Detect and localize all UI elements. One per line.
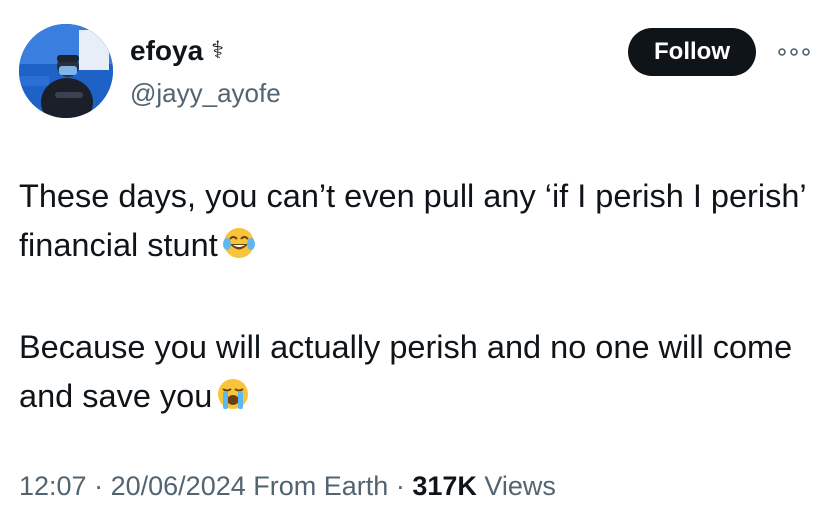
tweet-text: These days, you can’t even pull any ‘if … <box>19 172 809 425</box>
display-name[interactable]: efoya ⚕ <box>130 34 224 68</box>
meta-separator: · <box>94 471 104 501</box>
views-count[interactable]: 317K <box>412 471 477 501</box>
face-with-tears-of-joy-icon <box>222 225 256 274</box>
avatar-photo <box>19 24 113 118</box>
tweet-time[interactable]: 12:07 <box>19 471 87 501</box>
avatar[interactable] <box>19 24 113 118</box>
tweet-source: From Earth <box>253 471 389 501</box>
user-handle[interactable]: @jayy_ayofe <box>130 76 281 110</box>
tweet-meta: 12:07 · 20/06/2024 From Earth · 317K Vie… <box>19 468 556 504</box>
tweet-date[interactable]: 20/06/2024 <box>111 471 246 501</box>
tweet-paragraph-2-text: Because you will actually perish and no … <box>19 329 793 414</box>
caduceus-badge-icon: ⚕ <box>211 37 225 64</box>
tweet-paragraph: These days, you can’t even pull any ‘if … <box>19 172 809 274</box>
tweet-paragraph-1-text: These days, you can’t even pull any ‘if … <box>19 178 806 263</box>
display-name-text: efoya <box>130 35 204 66</box>
follow-button[interactable]: Follow <box>628 28 756 76</box>
more-horizontal-icon[interactable] <box>774 40 814 64</box>
tweet-paragraph: Because you will actually perish and no … <box>19 323 809 425</box>
views-label: Views <box>484 471 556 501</box>
loudly-crying-face-icon <box>216 376 250 425</box>
meta-separator: · <box>395 471 405 501</box>
